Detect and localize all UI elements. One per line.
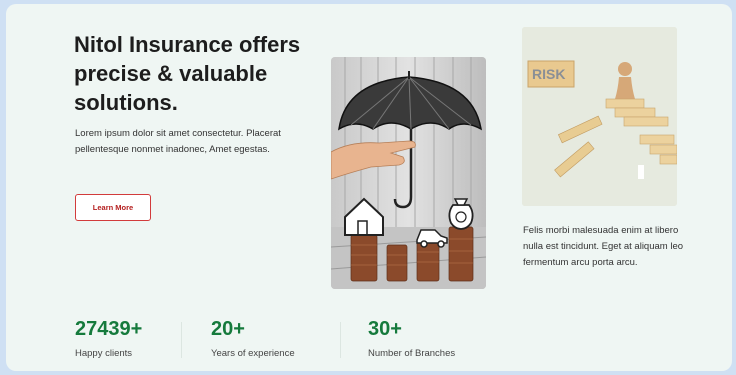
- stat-value: 27439+: [75, 318, 143, 340]
- risk-blocks-image: RISK: [522, 27, 677, 206]
- learn-more-button[interactable]: Learn More: [75, 194, 151, 221]
- stat-years-experience: 20+ Years of experience: [211, 318, 295, 360]
- stat-happy-clients: 27439+ Happy clients: [75, 318, 142, 360]
- side-description: Felis morbi malesuada enim at libero nul…: [523, 225, 684, 268]
- stat-divider: [340, 322, 341, 358]
- stat-label: Happy clients: [75, 348, 133, 359]
- content-card: Nitol Insurance offers precise & valuabl…: [6, 4, 732, 371]
- page-title: Nitol Insurance offers precise & valuabl…: [74, 32, 301, 115]
- stat-branches: 30+ Number of Branches: [368, 318, 455, 360]
- risk-text: RISK: [532, 66, 565, 82]
- umbrella-coins-image: [331, 57, 486, 289]
- stat-label: Years of experience: [211, 348, 295, 359]
- risk-blocks-icon: RISK: [522, 27, 677, 206]
- stat-value: 30+: [368, 318, 402, 340]
- umbrella-coins-icon: [331, 57, 486, 289]
- stat-label: Number of Branches: [368, 348, 456, 359]
- hero-description: Lorem ipsum dolor sit amet consectetur. …: [75, 128, 281, 155]
- stat-divider: [181, 322, 182, 358]
- stat-value: 20+: [211, 318, 245, 340]
